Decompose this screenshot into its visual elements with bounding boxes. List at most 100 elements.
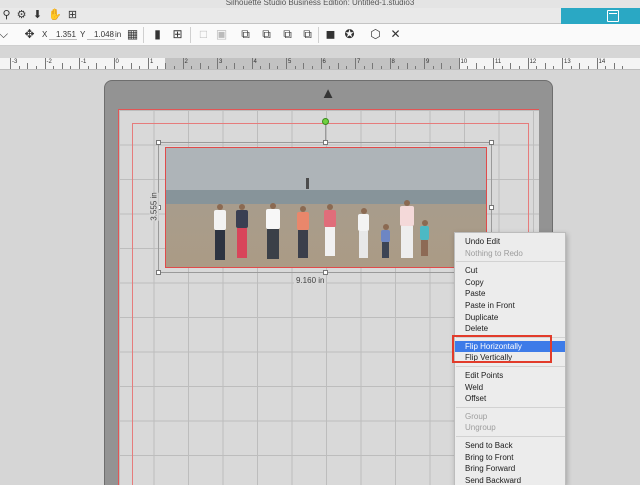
ruler-minor-tick (329, 66, 331, 69)
ruler-major-tick (355, 58, 356, 69)
menu-item-copy[interactable]: Copy (455, 277, 565, 288)
ruler-minor-tick (605, 66, 607, 69)
photo-person (266, 203, 280, 259)
ruler-minor-tick (225, 66, 227, 69)
menu-item-group: Group (465, 411, 488, 421)
ruler-minor-tick (406, 63, 408, 69)
menu-item-bring-forward[interactable]: Bring Forward (455, 463, 565, 474)
menu-separator (456, 406, 565, 408)
ruler-minor-tick (467, 66, 469, 69)
grid-icon[interactable]: ⊞ (66, 9, 79, 22)
menu-item-cut[interactable]: Cut (455, 265, 565, 276)
resize-handle-bottom[interactable] (323, 270, 328, 275)
duplicate-icon[interactable]: ⧉ (238, 27, 253, 42)
x-position-field[interactable]: 1.351 (49, 29, 77, 40)
menu-item-undo-edit[interactable]: Undo Edit (455, 236, 565, 247)
ruler-major-tick (493, 58, 494, 69)
x-label: X (42, 30, 48, 39)
photo-person (400, 200, 414, 258)
ruler-minor-tick (199, 63, 201, 69)
menu-item-delete[interactable]: Delete (455, 323, 565, 334)
move-down-icon[interactable]: ⬇ (31, 9, 44, 22)
toolbar-divider (190, 27, 191, 43)
ruler-major-tick (10, 58, 11, 69)
ruler-major-tick (458, 58, 460, 69)
ruler-major-tick (79, 58, 80, 69)
group-icon[interactable]: □ (196, 27, 211, 42)
horizontal-ruler[interactable]: -3 -2 -1 0 1 2 3 4 5 6 7 8 9 10 11 12 13 14 (0, 58, 640, 70)
menu-item-bring-to-front[interactable]: Bring to Front (455, 452, 565, 463)
ruler-minor-tick (613, 63, 615, 69)
ruler-major-tick (320, 58, 322, 69)
ruler-minor-tick (432, 66, 434, 69)
ruler-major-tick (527, 58, 529, 69)
ruler-minor-tick (96, 63, 98, 69)
ruler-minor-tick (311, 66, 313, 69)
menu-separator (456, 261, 565, 263)
lock-icon[interactable]: ⌵ (0, 27, 11, 42)
fill-icon[interactable]: ◼ (323, 27, 338, 42)
ruler-minor-tick (156, 66, 158, 69)
panel-toggle-icon[interactable] (607, 10, 619, 22)
combine-icon[interactable]: ⧉ (300, 27, 315, 42)
ruler-tick-label: 1 (150, 59, 154, 65)
toolbar-divider (318, 27, 319, 43)
menu-item-paste[interactable]: Paste (455, 288, 565, 299)
menu-item-edit-points[interactable]: Edit Points (455, 370, 565, 381)
ruler-tick-label: 3 (219, 59, 223, 65)
menu-item-send-to-back[interactable]: Send to Back (455, 440, 565, 451)
ruler-minor-tick (191, 66, 193, 69)
ruler-minor-tick (484, 66, 486, 69)
ruler-minor-tick (260, 66, 262, 69)
ruler-major-tick (562, 58, 563, 69)
arrange-icon[interactable]: ⧉ (280, 27, 295, 42)
menu-item-offset[interactable]: Offset (455, 393, 565, 404)
center-icon[interactable]: ⊞ (170, 27, 185, 42)
move-icon[interactable]: ✥ (22, 27, 37, 42)
photo-person (236, 204, 248, 258)
close-icon[interactable]: ✕ (388, 27, 403, 42)
menu-item-nothing-to-redo: Nothing to Redo (465, 248, 523, 258)
star-icon[interactable]: ✪ (342, 27, 357, 42)
ruler-minor-tick (61, 63, 63, 69)
ruler-tick-label: 2 (184, 59, 188, 65)
mirror-icon[interactable]: ⧉ (259, 27, 274, 42)
resize-handle-bottom-left[interactable] (156, 270, 161, 275)
align-icon[interactable]: ▮ (150, 27, 165, 42)
ruler-tick-label: 12 (529, 59, 537, 65)
ruler-major-tick (44, 58, 46, 69)
grid-snap-icon[interactable]: ▦ (125, 27, 140, 42)
cube-icon[interactable]: ⬡ (368, 27, 383, 42)
ruler-minor-tick (415, 66, 417, 69)
ruler-minor-tick (104, 66, 106, 69)
y-unit-label: in (115, 30, 122, 39)
feed-direction-icon: ▲ (320, 85, 336, 102)
ruler-minor-tick (70, 66, 72, 69)
resize-handle-top-left[interactable] (156, 140, 161, 145)
ruler-minor-tick (53, 66, 55, 69)
y-label: Y (80, 30, 86, 39)
ruler-minor-tick (544, 63, 546, 69)
resize-handle-right[interactable] (489, 205, 494, 210)
y-position-field[interactable]: 1.048 (87, 29, 115, 40)
rotate-handle[interactable] (322, 118, 329, 125)
resize-handle-top[interactable] (323, 140, 328, 145)
ruler-minor-tick (579, 63, 581, 69)
resize-handle-top-right[interactable] (489, 140, 494, 145)
ruler-minor-tick (553, 66, 555, 69)
zoom-icon[interactable]: ⚲ (0, 9, 13, 22)
ruler-major-tick (217, 58, 218, 69)
ruler-minor-tick (622, 66, 624, 69)
menu-item-weld[interactable]: Weld (455, 382, 565, 393)
selection-height-label: 3.555 in (149, 192, 159, 221)
ungroup-icon[interactable]: ▣ (214, 27, 229, 42)
hand-icon[interactable]: ✋ (48, 9, 62, 22)
ruler-tick-label: 5 (288, 59, 292, 65)
pan-zoom-icon[interactable]: ⚙ (15, 9, 28, 22)
top-toolbar: ⚲ ⚙ ⬇ ✋ ⊞ (0, 8, 640, 24)
ruler-major-tick (389, 58, 391, 69)
menu-item-paste-in-front[interactable]: Paste in Front (455, 300, 565, 311)
beach-family-photo[interactable] (165, 147, 487, 268)
menu-item-duplicate[interactable]: Duplicate (455, 312, 565, 323)
menu-item-send-backward[interactable]: Send Backward (455, 475, 565, 485)
